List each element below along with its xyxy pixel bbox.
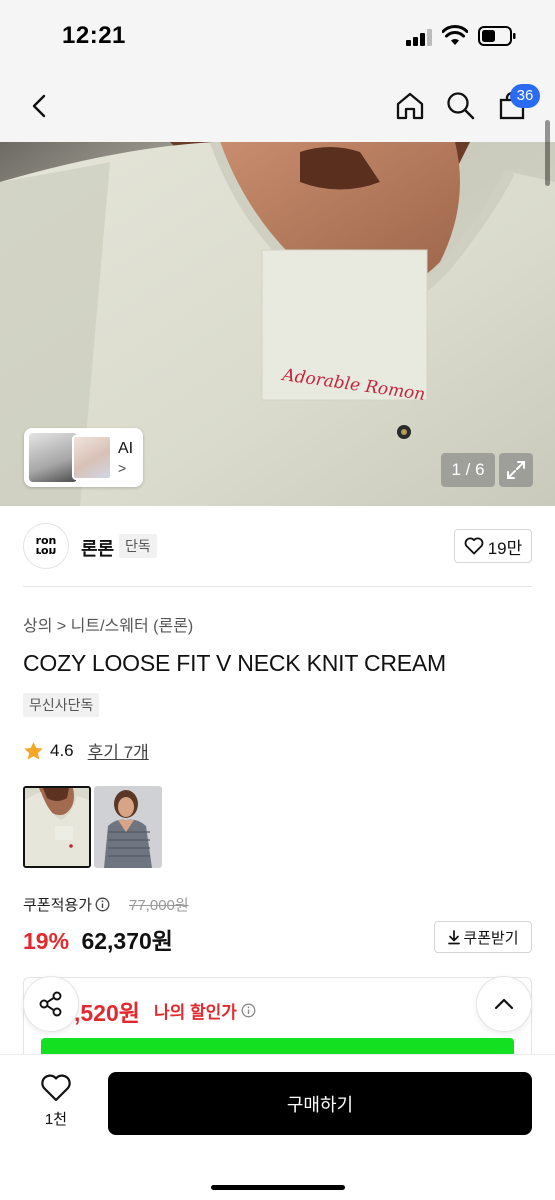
star-icon [24, 741, 43, 759]
ai-thumbnail-2 [72, 435, 112, 480]
get-coupon-label: 쿠폰받기 [463, 929, 519, 947]
wifi-icon [442, 25, 468, 45]
swatch-thumbnail-1 [25, 788, 89, 866]
color-swatch-1[interactable] [23, 786, 91, 868]
brand-logo[interactable]: ron ron [23, 523, 69, 569]
get-coupon-button[interactable]: 쿠폰받기 [434, 921, 532, 953]
rating-value: 4.6 [50, 740, 74, 760]
product-title: COZY LOOSE FIT V NECK KNIT CREAM [23, 650, 447, 676]
buy-button[interactable]: 구매하기 [108, 1072, 532, 1135]
chevron-right-icon: > [118, 460, 127, 476]
brand-name[interactable]: 론론 [81, 535, 114, 561]
coupon-label-text: 쿠폰적용가 [23, 897, 93, 914]
top-nav-bar [0, 70, 555, 142]
cart-count-badge: 36 [510, 84, 540, 108]
color-swatch-2[interactable] [94, 786, 162, 868]
search-button[interactable] [439, 84, 483, 128]
search-icon [447, 92, 475, 120]
chevron-up-icon [494, 998, 514, 1010]
my-discount-price: ,520원 [74, 1000, 140, 1026]
rating-row: 4.6 후기 7개 [23, 738, 149, 763]
brand-like-count: 19만 [487, 538, 523, 558]
share-icon [39, 991, 62, 1017]
cellular-signal-icon [406, 28, 434, 46]
wishlist-button[interactable] [40, 1073, 72, 1103]
divider [23, 586, 532, 587]
back-button[interactable] [18, 84, 62, 128]
home-icon [396, 92, 424, 120]
swatch-thumbnail-2 [94, 786, 162, 868]
discount-rate: 19% [23, 928, 70, 954]
expand-image-button[interactable] [499, 453, 533, 487]
price-row: 19% 62,370원 [23, 922, 173, 956]
my-discount-label-text: 나의 할인가 [154, 1003, 237, 1022]
info-icon[interactable] [95, 897, 110, 912]
exclusive-badge: 무신사단독 [23, 693, 100, 717]
brand-logo-bottom: ron [35, 545, 57, 558]
status-time: 12:21 [62, 22, 126, 49]
battery-icon [478, 26, 516, 46]
wishlist-count: 1천 [44, 1111, 68, 1128]
brand-exclusive-tag: 단독 [119, 534, 157, 558]
scrollbar[interactable] [545, 120, 550, 186]
ai-styling-chip[interactable]: AI > [24, 428, 143, 487]
share-button[interactable] [23, 976, 79, 1032]
ai-thumbnail-1 [29, 433, 77, 482]
my-discount-label: 나의 할인가 [154, 998, 256, 1023]
original-price: 77,000원 [129, 897, 189, 914]
heart-icon [41, 1074, 71, 1102]
expand-icon [507, 461, 525, 479]
coupon-price-label: 쿠폰적용가 [23, 894, 110, 915]
image-page-indicator: 1 / 6 [441, 453, 495, 487]
status-bar: 12:21 [0, 0, 555, 70]
scroll-to-top-button[interactable] [476, 976, 532, 1032]
sale-price: 62,370원 [81, 928, 173, 954]
info-icon[interactable] [241, 1003, 256, 1018]
home-button[interactable] [388, 84, 432, 128]
ai-label: AI [118, 440, 134, 457]
review-link[interactable]: 후기 7개 [88, 738, 149, 763]
category-breadcrumb[interactable]: 상의 > 니트/스웨터 (론론) [23, 612, 193, 636]
home-indicator [211, 1185, 345, 1190]
heart-icon [464, 537, 484, 555]
brand-like-button[interactable]: 19만 [454, 529, 532, 563]
download-icon [448, 930, 461, 945]
chevron-left-icon [32, 94, 46, 118]
